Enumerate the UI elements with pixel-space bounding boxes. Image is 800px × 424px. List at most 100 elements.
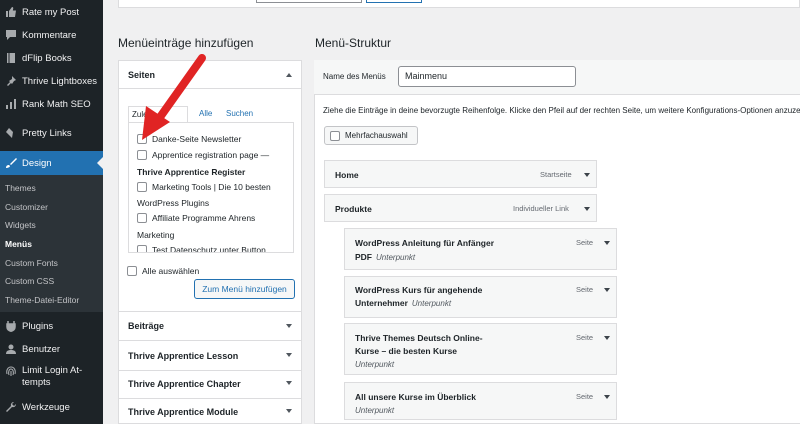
- menu-item-title: WordPress Anleitung für Anfänger: [355, 238, 495, 248]
- page-label-cont: WordPress Plugins: [137, 198, 210, 208]
- menu-item-title: WordPress Kurs für angehende: [355, 285, 483, 295]
- accordion-chapter-label: Thrive Apprentice Chapter: [128, 378, 241, 389]
- expand-arrow-icon: [286, 409, 292, 413]
- expand-caret-icon[interactable]: [604, 395, 610, 399]
- sidebar-item-limit-login[interactable]: Limit Login At- tempts: [0, 362, 103, 394]
- select-all-label: Alle auswählen: [142, 266, 200, 276]
- menu-structure-title: Menü-Struktur: [315, 36, 392, 50]
- sidebar-item-label-cont: tempts: [22, 377, 51, 388]
- sidebar-item-plugins[interactable]: Plugins: [0, 314, 103, 338]
- top-button-stub[interactable]: [366, 0, 422, 3]
- submenu-item-menus[interactable]: Menüs: [5, 235, 32, 253]
- accordion-module-label: Thrive Apprentice Module: [128, 406, 239, 417]
- submenu-item-widgets[interactable]: Widgets: [5, 216, 36, 234]
- add-to-menu-button[interactable]: Zum Menü hinzufügen: [194, 279, 295, 299]
- sidebar-item-label: Kommentare: [22, 29, 77, 41]
- sidebar-item-design[interactable]: Design: [0, 151, 103, 175]
- sidebar-item-label: Werkzeuge: [22, 401, 70, 413]
- checkbox[interactable]: [127, 266, 137, 276]
- menu-item-type: Seite: [576, 285, 594, 294]
- menu-item-produkte[interactable]: Produkte Individueller Link: [324, 194, 597, 222]
- page-label: Affiliate Programme Ahrens: [152, 213, 256, 223]
- submenu-item-customizer[interactable]: Customizer: [5, 198, 48, 216]
- expand-arrow-icon: [286, 324, 292, 328]
- menu-item-sub: Unterpunkt: [376, 253, 416, 262]
- sidebar-item-label: Limit Login At-: [22, 365, 83, 376]
- checkbox[interactable]: [330, 130, 340, 141]
- accordion-thrive-lesson[interactable]: Thrive Apprentice Lesson: [119, 341, 301, 371]
- comment-icon: [5, 29, 17, 41]
- sidebar-item-benutzer[interactable]: Benutzer: [0, 337, 103, 361]
- checkbox[interactable]: [137, 213, 147, 223]
- bulk-select-button[interactable]: Mehrfachauswahl: [324, 126, 418, 145]
- tab-search[interactable]: Suchen: [223, 106, 256, 123]
- page-checkbox-item[interactable]: Marketing Tools | Die 10 besten: [137, 182, 271, 192]
- expand-arrow-icon: [286, 381, 292, 385]
- menu-name-label: Name des Menüs: [323, 72, 386, 81]
- menu-item-title: Thrive Themes Deutsch Online-: [355, 333, 483, 343]
- collapse-arrow-icon: [286, 73, 292, 77]
- checkbox[interactable]: [137, 150, 147, 160]
- instructions-text: Ziehe die Einträge in deine bevorzugte R…: [323, 106, 800, 115]
- page-group-heading: Thrive Apprentice Register: [137, 167, 246, 177]
- menu-item-type: Seite: [576, 333, 594, 342]
- checkbox[interactable]: [137, 182, 147, 192]
- menu-item-sub: Unterpunkt: [411, 299, 452, 308]
- menu-item-title-cont: Kurse – die besten Kurse: [355, 346, 458, 356]
- sidebar-item-label: Pretty Links: [22, 127, 72, 139]
- annotation-arrow-icon: [142, 54, 206, 140]
- sidebar-item-pretty-links[interactable]: Pretty Links: [0, 121, 103, 145]
- sidebar-item-label: Benutzer: [22, 343, 61, 355]
- submenu-item-themes[interactable]: Themes: [5, 179, 36, 197]
- checkbox[interactable]: [137, 245, 147, 252]
- sidebar-item-werkzeuge[interactable]: Werkzeuge: [0, 395, 103, 419]
- plugin-icon: [5, 320, 17, 332]
- menu-subitem[interactable]: WordPress Kurs für angehende Unternehmer…: [344, 276, 617, 318]
- menu-subitem[interactable]: All unsere Kurse im Überblick Unterpunkt…: [344, 382, 617, 420]
- menu-item-type: Individueller Link: [513, 204, 569, 213]
- sidebar-item-label: Design: [22, 157, 52, 169]
- menu-item-type: Seite: [576, 392, 594, 401]
- expand-caret-icon[interactable]: [584, 173, 590, 177]
- menu-name-input[interactable]: Mainmenu: [398, 66, 576, 87]
- thumbs-up-icon: [5, 6, 17, 18]
- accordion-thrive-chapter[interactable]: Thrive Apprentice Chapter: [119, 369, 301, 399]
- sidebar-item-rate-my-post[interactable]: Rate my Post: [0, 0, 103, 24]
- expand-caret-icon[interactable]: [604, 336, 610, 340]
- menu-item-type: Startseite: [540, 170, 572, 179]
- menu-item-title: Produkte: [335, 204, 372, 214]
- top-panel-edge: [118, 0, 800, 8]
- expand-caret-icon[interactable]: [604, 241, 610, 245]
- menu-item-title-cont: Unternehmer: [355, 298, 408, 308]
- sidebar-item-label: Rank Math SEO: [22, 98, 91, 110]
- accordion-posts[interactable]: Beiträge: [119, 311, 301, 341]
- submenu-item-custom-css[interactable]: Custom CSS: [5, 272, 54, 290]
- menu-item-sub: Unterpunkt: [355, 406, 395, 415]
- brush-icon: [5, 157, 17, 169]
- sidebar-item-rank-math-seo[interactable]: Rank Math SEO: [0, 92, 103, 116]
- top-select-stub[interactable]: [256, 0, 362, 3]
- accordion-thrive-module[interactable]: Thrive Apprentice Module: [119, 397, 301, 424]
- menu-subitem[interactable]: Thrive Themes Deutsch Online- Kurse – di…: [344, 323, 617, 375]
- page-checkbox-item[interactable]: Affiliate Programme Ahrens: [137, 213, 255, 223]
- expand-caret-icon[interactable]: [584, 207, 590, 211]
- menu-item-type: Seite: [576, 238, 594, 247]
- menu-item-title-cont: PDF: [355, 252, 372, 262]
- expand-caret-icon[interactable]: [604, 288, 610, 292]
- admin-sidebar: Rate my Post Kommentare dFlip Books Thri…: [0, 0, 103, 424]
- page-checkbox-item[interactable]: Test Datenschutz unter Button: [137, 245, 266, 252]
- accordion-lesson-label: Thrive Apprentice Lesson: [128, 350, 239, 361]
- submenu-item-custom-fonts[interactable]: Custom Fonts: [5, 254, 58, 272]
- sidebar-item-label: Thrive Lightboxes: [22, 75, 97, 87]
- menu-subitem[interactable]: WordPress Anleitung für Anfänger PDF Unte…: [344, 228, 617, 270]
- submenu-item-theme-editor[interactable]: Theme-Datei-Editor: [5, 291, 79, 309]
- sidebar-item-kommentare[interactable]: Kommentare: [0, 23, 103, 47]
- page-checkbox-item[interactable]: Apprentice registration page —: [137, 150, 269, 160]
- sidebar-item-dflip-books[interactable]: dFlip Books: [0, 46, 103, 70]
- menu-item-home[interactable]: Home Startseite: [324, 160, 597, 188]
- sidebar-item-thrive-lightboxes[interactable]: Thrive Lightboxes: [0, 69, 103, 93]
- wrench-icon: [5, 401, 17, 413]
- page-label: Apprentice registration page —: [152, 150, 270, 160]
- bulk-select-label: Mehrfachauswahl: [345, 131, 408, 140]
- select-all-checkbox[interactable]: Alle auswählen: [127, 266, 199, 276]
